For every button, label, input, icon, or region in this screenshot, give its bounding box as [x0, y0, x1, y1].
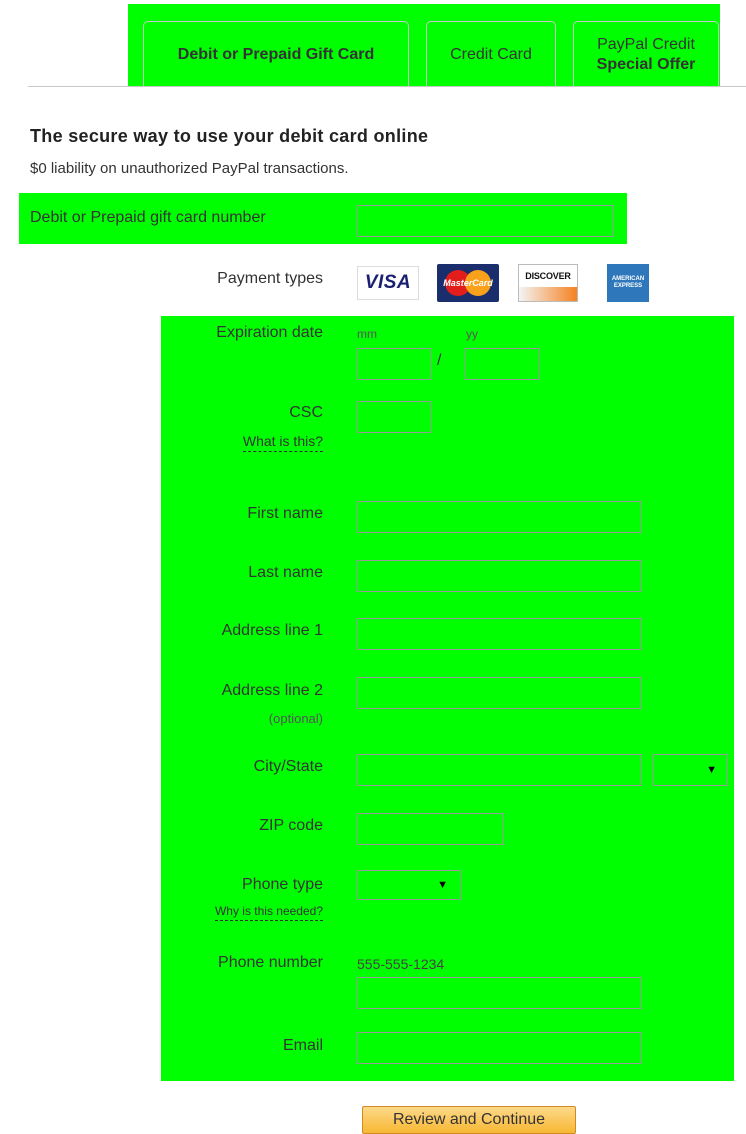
phone-number-hint: 555-555-1234	[357, 956, 445, 972]
tab-credit-card-label: Credit Card	[450, 45, 532, 63]
phone-type-select[interactable]: ▼	[357, 870, 461, 900]
page-subtitle: $0 liability on unauthorized PayPal tran…	[30, 160, 349, 177]
email-label: Email	[282, 1037, 323, 1054]
state-select[interactable]: ▼	[653, 754, 728, 786]
tab-debit-card-label: Debit or Prepaid Gift Card	[177, 45, 375, 63]
card-number-label: Debit or Prepaid gift card number	[30, 209, 266, 226]
phone-type-help-link[interactable]: Why is this needed?	[214, 904, 323, 921]
amex-logo: AMERICAN EXPRESS	[607, 264, 649, 302]
discover-logo: DISCOVER	[518, 264, 578, 302]
tab-paypal-credit-line2: Special Offer	[596, 55, 696, 73]
phone-type-label: Phone type	[242, 876, 323, 893]
first-name-input[interactable]	[357, 501, 642, 533]
exp-month-input[interactable]	[357, 348, 431, 380]
address1-label: Address line 1	[221, 622, 323, 639]
zip-label: ZIP code	[259, 817, 323, 834]
last-name-label: Last name	[248, 564, 323, 581]
phone-number-label: Phone number	[218, 954, 323, 971]
visa-logo: VISA	[357, 266, 419, 300]
tabs-divider	[28, 86, 746, 87]
chevron-down-icon: ▼	[706, 764, 717, 776]
city-input[interactable]	[357, 754, 642, 786]
exp-separator: /	[437, 352, 442, 369]
chevron-down-icon: ▼	[437, 879, 448, 891]
card-number-input[interactable]	[357, 205, 614, 237]
tab-paypal-credit[interactable]: PayPal Credit Special Offer	[573, 21, 719, 87]
payment-types-label: Payment types	[217, 270, 323, 287]
tab-credit-card[interactable]: Credit Card	[426, 21, 556, 87]
last-name-input[interactable]	[357, 560, 642, 592]
expiration-label: Expiration date	[216, 324, 323, 341]
first-name-label: First name	[247, 505, 323, 522]
address2-input[interactable]	[357, 677, 642, 709]
address1-input[interactable]	[357, 618, 642, 650]
tab-paypal-credit-line1: PayPal Credit	[597, 35, 695, 53]
csc-label: CSC	[289, 404, 323, 421]
phone-number-input[interactable]	[357, 977, 642, 1009]
exp-year-hint: yy	[466, 327, 478, 341]
csc-help-link[interactable]: What is this?	[242, 433, 323, 452]
exp-year-input[interactable]	[465, 348, 540, 380]
exp-month-hint: mm	[357, 327, 377, 341]
address2-label: Address line 2	[221, 682, 323, 699]
tab-debit-card[interactable]: Debit or Prepaid Gift Card	[143, 21, 409, 87]
email-input[interactable]	[357, 1032, 642, 1064]
page-title: The secure way to use your debit card on…	[30, 126, 429, 146]
csc-input[interactable]	[357, 401, 431, 433]
mastercard-logo: MasterCard	[437, 264, 499, 302]
address2-optional-hint: (optional)	[268, 711, 323, 726]
city-state-label: City/State	[253, 758, 323, 775]
zip-input[interactable]	[357, 813, 504, 845]
review-continue-button[interactable]: Review and Continue	[362, 1106, 576, 1134]
